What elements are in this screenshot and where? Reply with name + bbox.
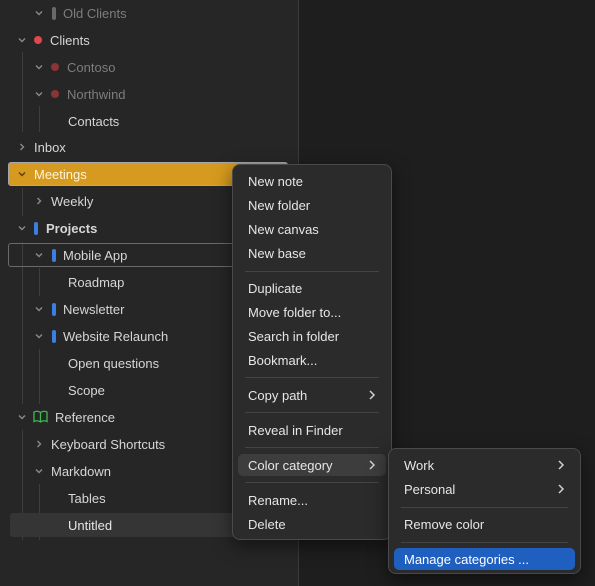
chevron-right-icon[interactable] bbox=[15, 140, 29, 154]
tree-item-label: Newsletter bbox=[63, 301, 125, 317]
chevron-down-icon[interactable] bbox=[32, 6, 46, 20]
chevron-down-icon[interactable] bbox=[32, 60, 46, 74]
tree-item-label: Projects bbox=[46, 220, 98, 236]
chevron-down-icon[interactable] bbox=[15, 167, 29, 181]
chevron-right-icon bbox=[555, 483, 567, 495]
book-icon bbox=[33, 410, 48, 423]
menu-item-label: New canvas bbox=[248, 222, 319, 237]
color-category-submenu: Work Personal Remove color Manage catego… bbox=[388, 448, 581, 574]
chevron-down-icon[interactable] bbox=[32, 248, 46, 262]
tree-item-label: Contacts bbox=[68, 113, 120, 129]
tree-item-label: Meetings bbox=[34, 166, 87, 182]
chevron-down-icon[interactable] bbox=[32, 87, 46, 101]
menu-item-label: New base bbox=[248, 246, 306, 261]
menu-item-label: New note bbox=[248, 174, 303, 189]
tree-item-inbox[interactable]: Inbox bbox=[8, 135, 288, 159]
menu-item-delete[interactable]: Delete bbox=[238, 513, 386, 535]
menu-separator bbox=[245, 271, 379, 272]
menu-item-label: Delete bbox=[248, 517, 286, 532]
tree-item-label: Reference bbox=[55, 409, 115, 425]
tree-item-label: Contoso bbox=[67, 59, 116, 75]
tree-item-contacts[interactable]: Contacts bbox=[8, 109, 288, 133]
chevron-down-icon[interactable] bbox=[32, 329, 46, 343]
chevron-down-icon[interactable] bbox=[32, 464, 46, 478]
tree-item-clients[interactable]: Clients bbox=[8, 28, 288, 52]
menu-separator bbox=[245, 482, 379, 483]
menu-item-reveal-in-finder[interactable]: Reveal in Finder bbox=[238, 419, 386, 441]
chevron-down-icon[interactable] bbox=[15, 221, 29, 235]
menu-item-color-category[interactable]: Color category bbox=[238, 454, 386, 476]
tree-item-contoso[interactable]: Contoso bbox=[8, 55, 288, 79]
menu-item-label: Personal bbox=[404, 482, 456, 497]
menu-item-label: Manage categories ... bbox=[404, 552, 530, 567]
chevron-right-icon bbox=[366, 459, 378, 471]
menu-item-new-folder[interactable]: New folder bbox=[238, 194, 386, 216]
menu-item-new-base[interactable]: New base bbox=[238, 242, 386, 264]
tree-item-northwind[interactable]: Northwind bbox=[8, 82, 288, 106]
menu-separator bbox=[245, 447, 379, 448]
menu-item-label: Reveal in Finder bbox=[248, 423, 343, 438]
tree-item-label: Mobile App bbox=[63, 247, 128, 263]
tree-item-label: Weekly bbox=[51, 193, 94, 209]
menu-item-label: Remove color bbox=[404, 517, 485, 532]
menu-item-label: Move folder to... bbox=[248, 305, 342, 320]
color-bar bbox=[52, 6, 56, 20]
menu-item-label: Bookmark... bbox=[248, 353, 318, 368]
tree-item-label: Untitled bbox=[68, 517, 113, 533]
tree-item-old-clients[interactable]: Old Clients bbox=[8, 1, 288, 25]
tree-item-label: Northwind bbox=[67, 86, 126, 102]
menu-item-label: Search in folder bbox=[248, 329, 340, 344]
chevron-right-icon bbox=[366, 389, 378, 401]
chevron-down-icon[interactable] bbox=[15, 33, 29, 47]
submenu-item-manage-categories[interactable]: Manage categories ... bbox=[394, 548, 575, 570]
tree-item-label: Inbox bbox=[34, 139, 66, 155]
red-dot-icon bbox=[51, 90, 59, 98]
menu-separator bbox=[245, 412, 379, 413]
tree-item-label: Markdown bbox=[51, 463, 111, 479]
submenu-item-personal[interactable]: Personal bbox=[394, 478, 575, 500]
submenu-item-remove-color[interactable]: Remove color bbox=[394, 513, 575, 535]
menu-item-label: Work bbox=[404, 458, 435, 473]
menu-item-new-note[interactable]: New note bbox=[238, 170, 386, 192]
menu-item-duplicate[interactable]: Duplicate bbox=[238, 277, 386, 299]
red-dot-icon bbox=[34, 36, 42, 44]
menu-item-label: Color category bbox=[248, 458, 333, 473]
chevron-right-icon[interactable] bbox=[32, 194, 46, 208]
tree-item-label: Clients bbox=[50, 32, 90, 48]
menu-item-label: Duplicate bbox=[248, 281, 303, 296]
blue-bar bbox=[52, 329, 56, 343]
blue-bar bbox=[52, 248, 56, 262]
menu-item-bookmark[interactable]: Bookmark... bbox=[238, 349, 386, 371]
tree-item-label: Roadmap bbox=[68, 274, 125, 290]
menu-item-rename[interactable]: Rename... bbox=[238, 489, 386, 511]
tree-item-label: Old Clients bbox=[63, 5, 127, 21]
menu-separator bbox=[401, 542, 568, 543]
menu-separator bbox=[245, 377, 379, 378]
submenu-item-work[interactable]: Work bbox=[394, 454, 575, 476]
chevron-down-icon[interactable] bbox=[32, 302, 46, 316]
menu-item-move-folder[interactable]: Move folder to... bbox=[238, 301, 386, 323]
menu-item-label: Rename... bbox=[248, 493, 308, 508]
tree-item-label: Tables bbox=[68, 490, 106, 506]
menu-item-search-in-folder[interactable]: Search in folder bbox=[238, 325, 386, 347]
menu-item-label: Copy path bbox=[248, 388, 308, 403]
menu-item-new-canvas[interactable]: New canvas bbox=[238, 218, 386, 240]
chevron-right-icon bbox=[555, 459, 567, 471]
tree-item-label: Keyboard Shortcuts bbox=[51, 436, 166, 452]
chevron-down-icon[interactable] bbox=[15, 410, 29, 424]
menu-separator bbox=[401, 507, 568, 508]
blue-bar bbox=[52, 302, 56, 316]
tree-item-label: Website Relaunch bbox=[63, 328, 169, 344]
blue-bar bbox=[34, 221, 38, 235]
context-menu: New note New folder New canvas New base … bbox=[232, 164, 392, 540]
red-dot-icon bbox=[51, 63, 59, 71]
menu-item-label: New folder bbox=[248, 198, 311, 213]
tree-item-label: Open questions bbox=[68, 355, 160, 371]
chevron-right-icon[interactable] bbox=[32, 437, 46, 451]
menu-item-copy-path[interactable]: Copy path bbox=[238, 384, 386, 406]
tree-item-label: Scope bbox=[68, 382, 105, 398]
